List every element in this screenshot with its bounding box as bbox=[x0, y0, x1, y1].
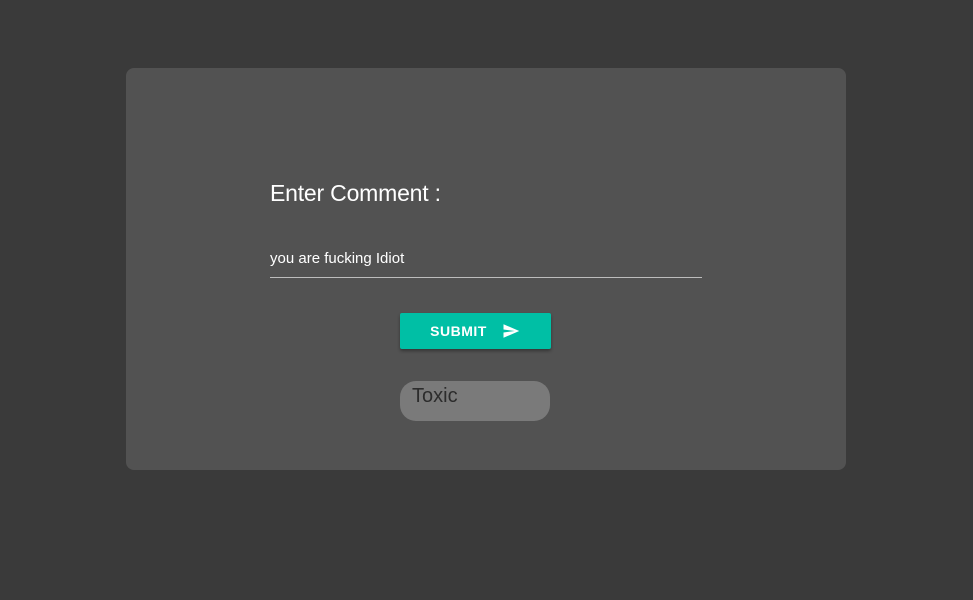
submit-button-label: SUBMIT bbox=[430, 323, 487, 339]
comment-input[interactable] bbox=[270, 240, 702, 278]
submit-button[interactable]: SUBMIT bbox=[400, 313, 551, 349]
send-icon bbox=[501, 322, 521, 340]
comment-card: Enter Comment : SUBMIT Toxic bbox=[126, 68, 846, 470]
comment-label: Enter Comment : bbox=[270, 180, 441, 206]
result-badge: Toxic bbox=[400, 381, 550, 421]
